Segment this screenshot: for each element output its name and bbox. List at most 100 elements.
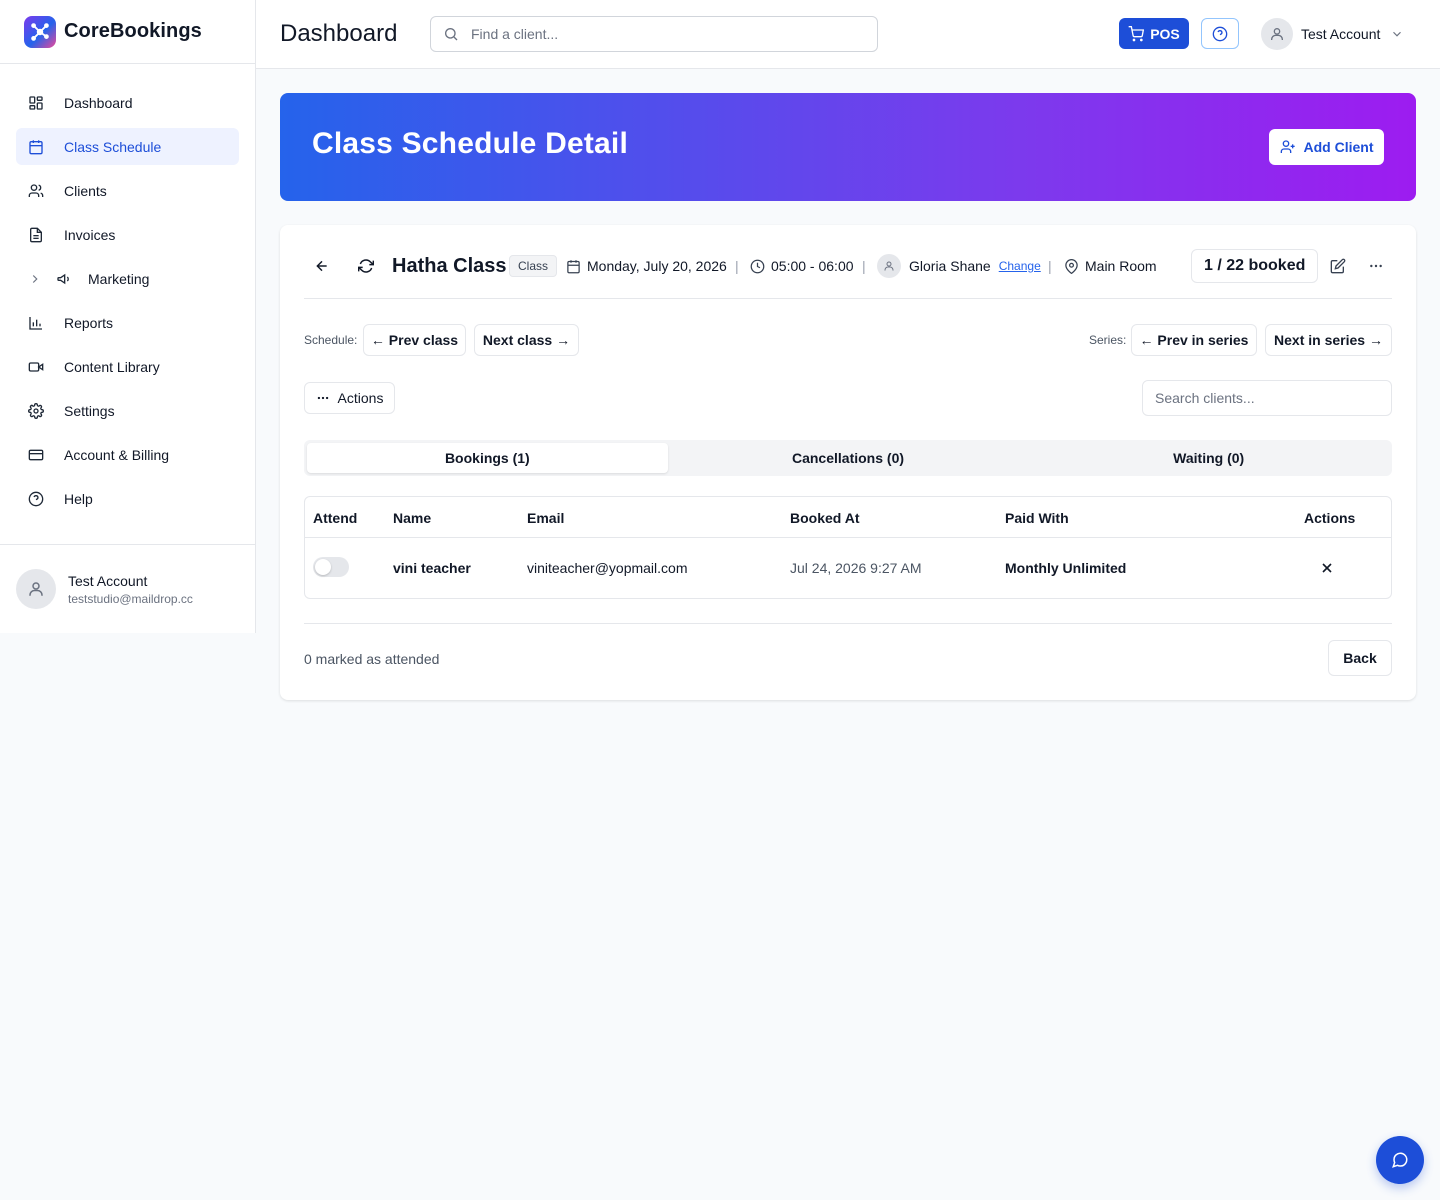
page-title: Dashboard — [280, 20, 398, 47]
class-date: Monday, July 20, 2026 — [566, 249, 727, 283]
map-pin-icon — [1065, 258, 1078, 274]
sidebar-item-label: Dashboard — [64, 94, 133, 111]
booked-count-badge[interactable]: 1 / 22 booked — [1191, 249, 1319, 283]
credit-card-icon — [28, 449, 44, 460]
chat-button[interactable] — [1376, 1136, 1424, 1184]
sidebar-item-account-billing[interactable]: Account & Billing — [16, 436, 239, 473]
sidebar-item-label: Class Schedule — [64, 138, 162, 155]
sidebar-item-dashboard[interactable]: Dashboard — [16, 84, 239, 121]
video-icon — [28, 361, 44, 372]
client-search-box[interactable] — [1142, 380, 1392, 416]
edit-icon — [1330, 258, 1346, 274]
remove-booking-button[interactable] — [1319, 560, 1335, 576]
client-email: viniteacher@yopmail.com — [527, 560, 688, 576]
class-header: Hatha Class Class Monday, July 20, 2026 … — [304, 249, 1392, 299]
divider — [304, 623, 1392, 624]
brand[interactable]: CoreBookings — [0, 0, 255, 64]
help-button[interactable] — [1201, 18, 1239, 49]
sidebar-item-class-schedule[interactable]: Class Schedule — [16, 128, 239, 165]
refresh-button[interactable] — [358, 249, 374, 283]
more-options-button[interactable] — [1368, 249, 1384, 283]
user-email: teststudio@maildrop.cc — [68, 591, 193, 606]
user-icon — [1271, 28, 1283, 40]
more-horizontal-icon — [1370, 264, 1382, 268]
class-room: Main Room — [1064, 249, 1157, 283]
class-navigation: Schedule: ← Prev class Next class → Seri… — [304, 324, 1392, 356]
attend-toggle[interactable] — [313, 557, 349, 577]
chevron-down-icon — [1393, 31, 1402, 37]
class-time: 05:00 - 06:00 — [750, 249, 854, 283]
sidebar-item-label: Content Library — [64, 358, 160, 375]
tab-cancellations[interactable]: Cancellations (0) — [668, 443, 1029, 473]
sidebar-item-settings[interactable]: Settings — [16, 392, 239, 429]
series-label: Series: — [1089, 333, 1127, 347]
next-class-button[interactable]: Next class → — [474, 324, 579, 356]
sidebar-item-clients[interactable]: Clients — [16, 172, 239, 209]
search-icon — [445, 28, 458, 41]
column-header-actions: Actions — [1304, 510, 1356, 526]
sidebar-nav: Dashboard Class Schedule Clients Invoice… — [0, 64, 255, 517]
calendar-icon — [29, 139, 43, 154]
add-client-label: Add Client — [1303, 139, 1374, 155]
next-in-series-button[interactable]: Next in series → — [1265, 324, 1392, 356]
sidebar-item-content-library[interactable]: Content Library — [16, 348, 239, 385]
account-menu[interactable]: Test Account — [1261, 18, 1404, 50]
paid-with: Monthly Unlimited — [1005, 560, 1127, 576]
sidebar-item-invoices[interactable]: Invoices — [16, 216, 239, 253]
user-icon — [29, 582, 43, 596]
sidebar-item-label: Clients — [64, 182, 107, 199]
add-client-button[interactable]: Add Client — [1269, 129, 1384, 165]
avatar — [1261, 18, 1293, 50]
client-search-input[interactable] — [1155, 390, 1375, 406]
class-detail-card: Hatha Class Class Monday, July 20, 2026 … — [280, 225, 1416, 700]
bookings-table: Attend Name Email Booked At Paid With Ac… — [304, 496, 1392, 599]
avatar — [16, 569, 56, 609]
change-instructor-link[interactable]: Change — [999, 259, 1041, 273]
tab-waiting[interactable]: Waiting (0) — [1028, 443, 1389, 473]
prev-in-series-button[interactable]: ← Prev in series — [1131, 324, 1257, 356]
sidebar-item-label: Reports — [64, 314, 114, 331]
search-input[interactable] — [471, 26, 851, 42]
class-date-text: Monday, July 20, 2026 — [587, 258, 727, 274]
file-text-icon — [30, 227, 42, 242]
sidebar: CoreBookings Dashboard Class Schedule Cl… — [0, 0, 256, 633]
prev-class-button[interactable]: ← Prev class — [363, 324, 466, 356]
sidebar-user[interactable]: Test Account teststudio@maildrop.cc — [0, 544, 255, 633]
actions-row: Actions — [304, 380, 1392, 416]
arrow-left-icon — [316, 260, 327, 272]
help-circle-icon — [1212, 26, 1228, 41]
megaphone-icon — [57, 273, 69, 284]
back-arrow-button[interactable] — [314, 249, 330, 283]
page-banner: Class Schedule Detail Add Client — [280, 93, 1416, 201]
edit-class-button[interactable] — [1330, 249, 1346, 283]
sidebar-item-label: Settings — [64, 402, 115, 419]
client-name[interactable]: vini teacher — [393, 560, 471, 576]
user-plus-icon — [1280, 140, 1295, 153]
pos-button[interactable]: POS — [1119, 18, 1189, 49]
actions-button[interactable]: Actions — [304, 382, 395, 414]
class-name: Hatha Class — [392, 254, 507, 277]
users-icon — [28, 183, 44, 197]
tab-bookings[interactable]: Bookings (1) — [307, 443, 668, 473]
client-search-box[interactable] — [430, 16, 878, 52]
sidebar-item-help[interactable]: Help — [16, 480, 239, 517]
sidebar-item-marketing[interactable]: Marketing — [16, 260, 239, 297]
more-horizontal-icon — [317, 396, 328, 400]
divider: | — [862, 258, 866, 274]
sidebar-item-label: Account & Billing — [64, 446, 170, 463]
refresh-icon — [358, 259, 374, 273]
table-row: vini teacher viniteacher@yopmail.com Jul… — [305, 538, 1391, 598]
sidebar-item-label: Help — [64, 490, 93, 507]
schedule-label: Schedule: — [304, 333, 358, 347]
sidebar-item-reports[interactable]: Reports — [16, 304, 239, 341]
column-header-attend: Attend — [313, 510, 358, 526]
brand-name: CoreBookings — [64, 20, 202, 42]
back-button[interactable]: Back — [1328, 640, 1392, 676]
chevron-right-icon[interactable] — [28, 272, 42, 286]
actions-label: Actions — [337, 390, 384, 406]
sidebar-item-label: Marketing — [88, 270, 150, 287]
column-header-paid-with: Paid With — [1005, 510, 1069, 526]
instructor-avatar — [877, 254, 901, 278]
table-header: Attend Name Email Booked At Paid With Ac… — [305, 497, 1391, 538]
user-icon — [884, 261, 894, 271]
